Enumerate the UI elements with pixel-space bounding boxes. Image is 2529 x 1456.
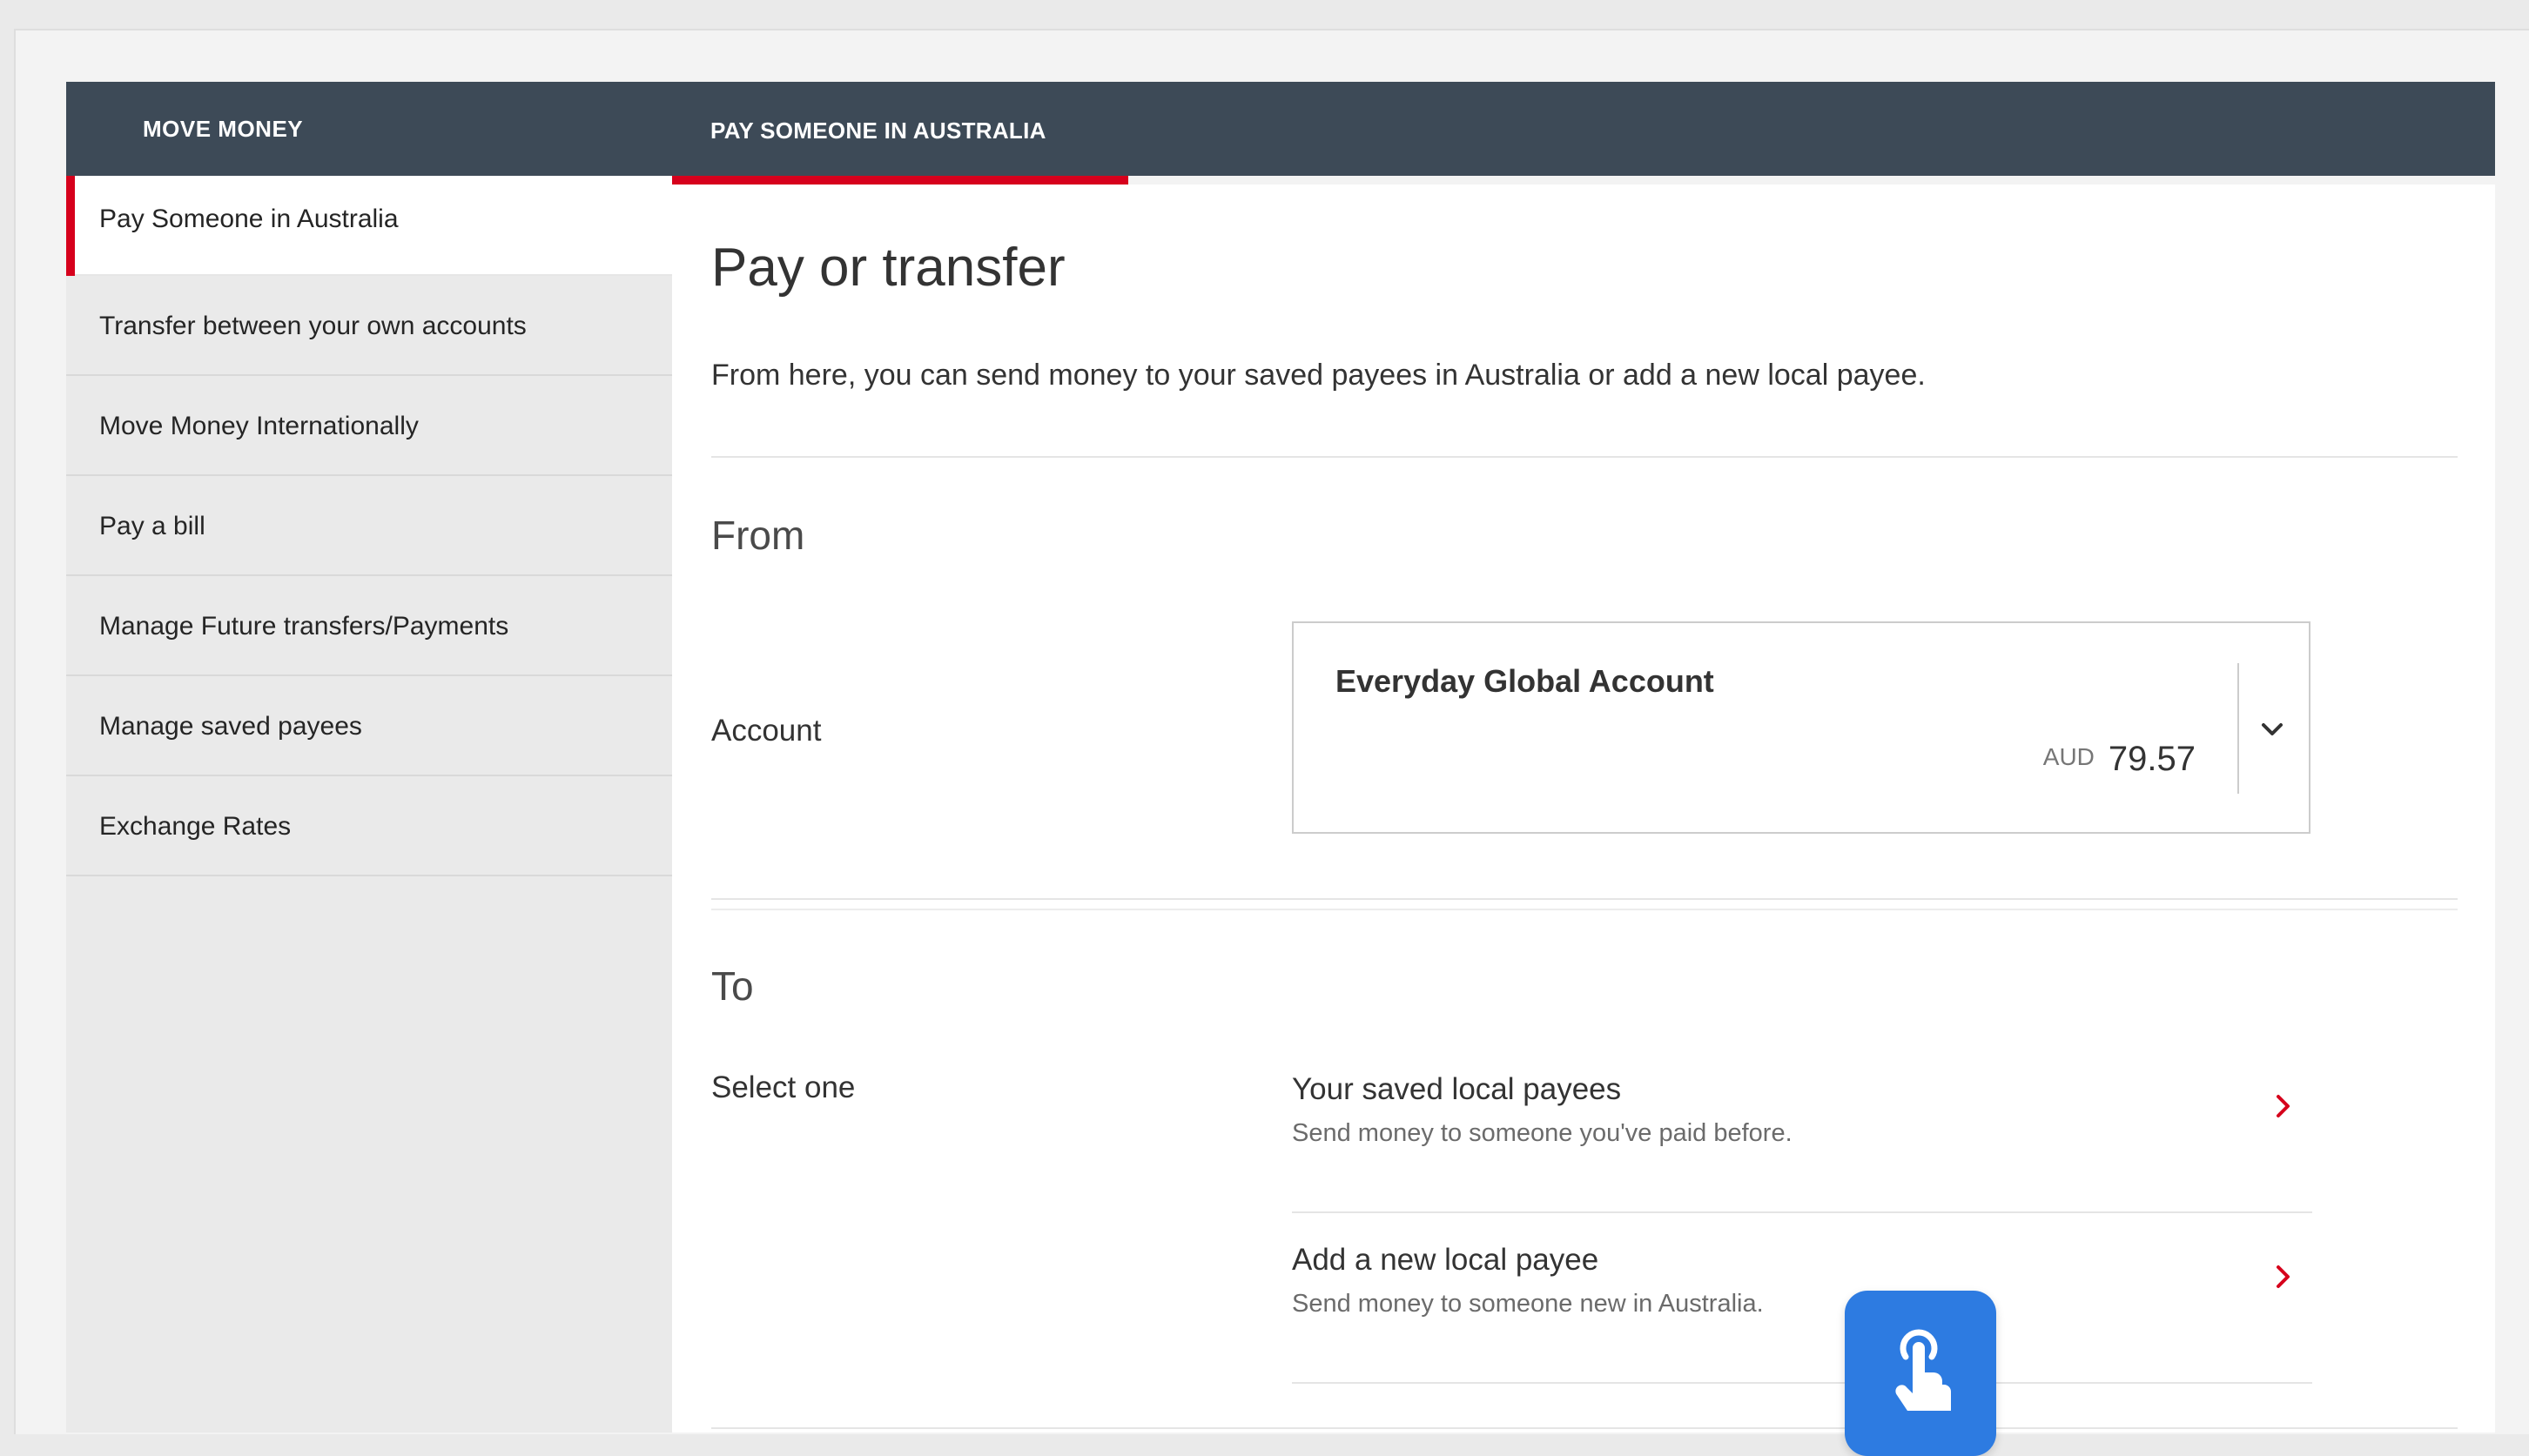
section-title: MOVE MONEY [143,116,304,142]
touch-hand-icon [1895,1329,1951,1411]
sidebar-item-label: Move Money Internationally [99,412,419,440]
sidebar-item-manage-saved-payees[interactable]: Manage saved payees [66,676,672,776]
dropdown-separator [2237,663,2239,794]
saved-local-payees-option[interactable]: Your saved local payees Send money to so… [1292,1043,2312,1213]
main-content: Pay or transfer From here, you can send … [672,185,2495,1433]
add-new-local-payee-option[interactable]: Add a new local payee Send money to some… [1292,1213,2312,1384]
active-tab-indicator [672,176,1128,185]
select-one-label: Select one [711,1070,856,1104]
tab-pay-someone-in-australia[interactable]: PAY SOMEONE IN AUSTRALIA [672,82,1125,176]
account-name: Everyday Global Account [1335,663,1714,699]
chevron-right-icon [2277,1095,2290,1117]
chevron-right-icon [2277,1265,2290,1288]
option-description: Send money to someone new in Australia. [1292,1290,1764,1318]
from-heading: From [711,513,805,558]
option-title: Add a new local payee [1292,1243,1599,1277]
sidebar-item-label: Manage saved payees [99,712,362,741]
page-title: Pay or transfer [711,238,1066,298]
account-label: Account [711,714,822,748]
account-balance-amount: 79.57 [2108,740,2196,778]
account-dropdown[interactable]: Everyday Global Account AUD 79.57 [1292,621,2310,834]
account-balance: AUD 79.57 [2043,740,2196,779]
sidebar-item-label: Pay a bill [99,512,205,540]
top-nav-bar: MOVE MONEY PAY SOMEONE IN AUSTRALIA [66,82,2495,176]
sidebar-item-transfer-between-own-accounts[interactable]: Transfer between your own accounts [66,276,672,376]
touch-assist-button[interactable] [1845,1291,1996,1456]
divider [711,909,2458,910]
sidebar-item-exchange-rates[interactable]: Exchange Rates [66,776,672,876]
sidebar-item-pay-a-bill[interactable]: Pay a bill [66,476,672,576]
tab-label: PAY SOMEONE IN AUSTRALIA [710,117,1046,144]
sidebar: Pay Someone in Australia Transfer betwee… [66,176,672,1433]
option-divider [1292,1382,2312,1384]
sidebar-item-label: Pay Someone in Australia [99,205,399,233]
option-title: Your saved local payees [1292,1072,1622,1106]
sidebar-item-manage-future-transfers[interactable]: Manage Future transfers/Payments [66,576,672,676]
sidebar-item-label: Exchange Rates [99,812,292,841]
sidebar-item-label: Transfer between your own accounts [99,312,527,340]
sidebar-item-label: Manage Future transfers/Payments [99,612,509,641]
divider [711,456,2458,458]
account-currency: AUD [2042,743,2095,770]
divider [711,898,2458,900]
to-heading: To [711,963,754,1009]
chevron-down-icon[interactable] [2260,717,2284,741]
intro-text: From here, you can send money to your sa… [711,359,1926,392]
option-description: Send money to someone you've paid before… [1292,1119,1792,1147]
sidebar-item-pay-someone-in-australia[interactable]: Pay Someone in Australia [66,176,672,276]
divider [711,1427,2458,1429]
sidebar-item-move-money-internationally[interactable]: Move Money Internationally [66,376,672,476]
